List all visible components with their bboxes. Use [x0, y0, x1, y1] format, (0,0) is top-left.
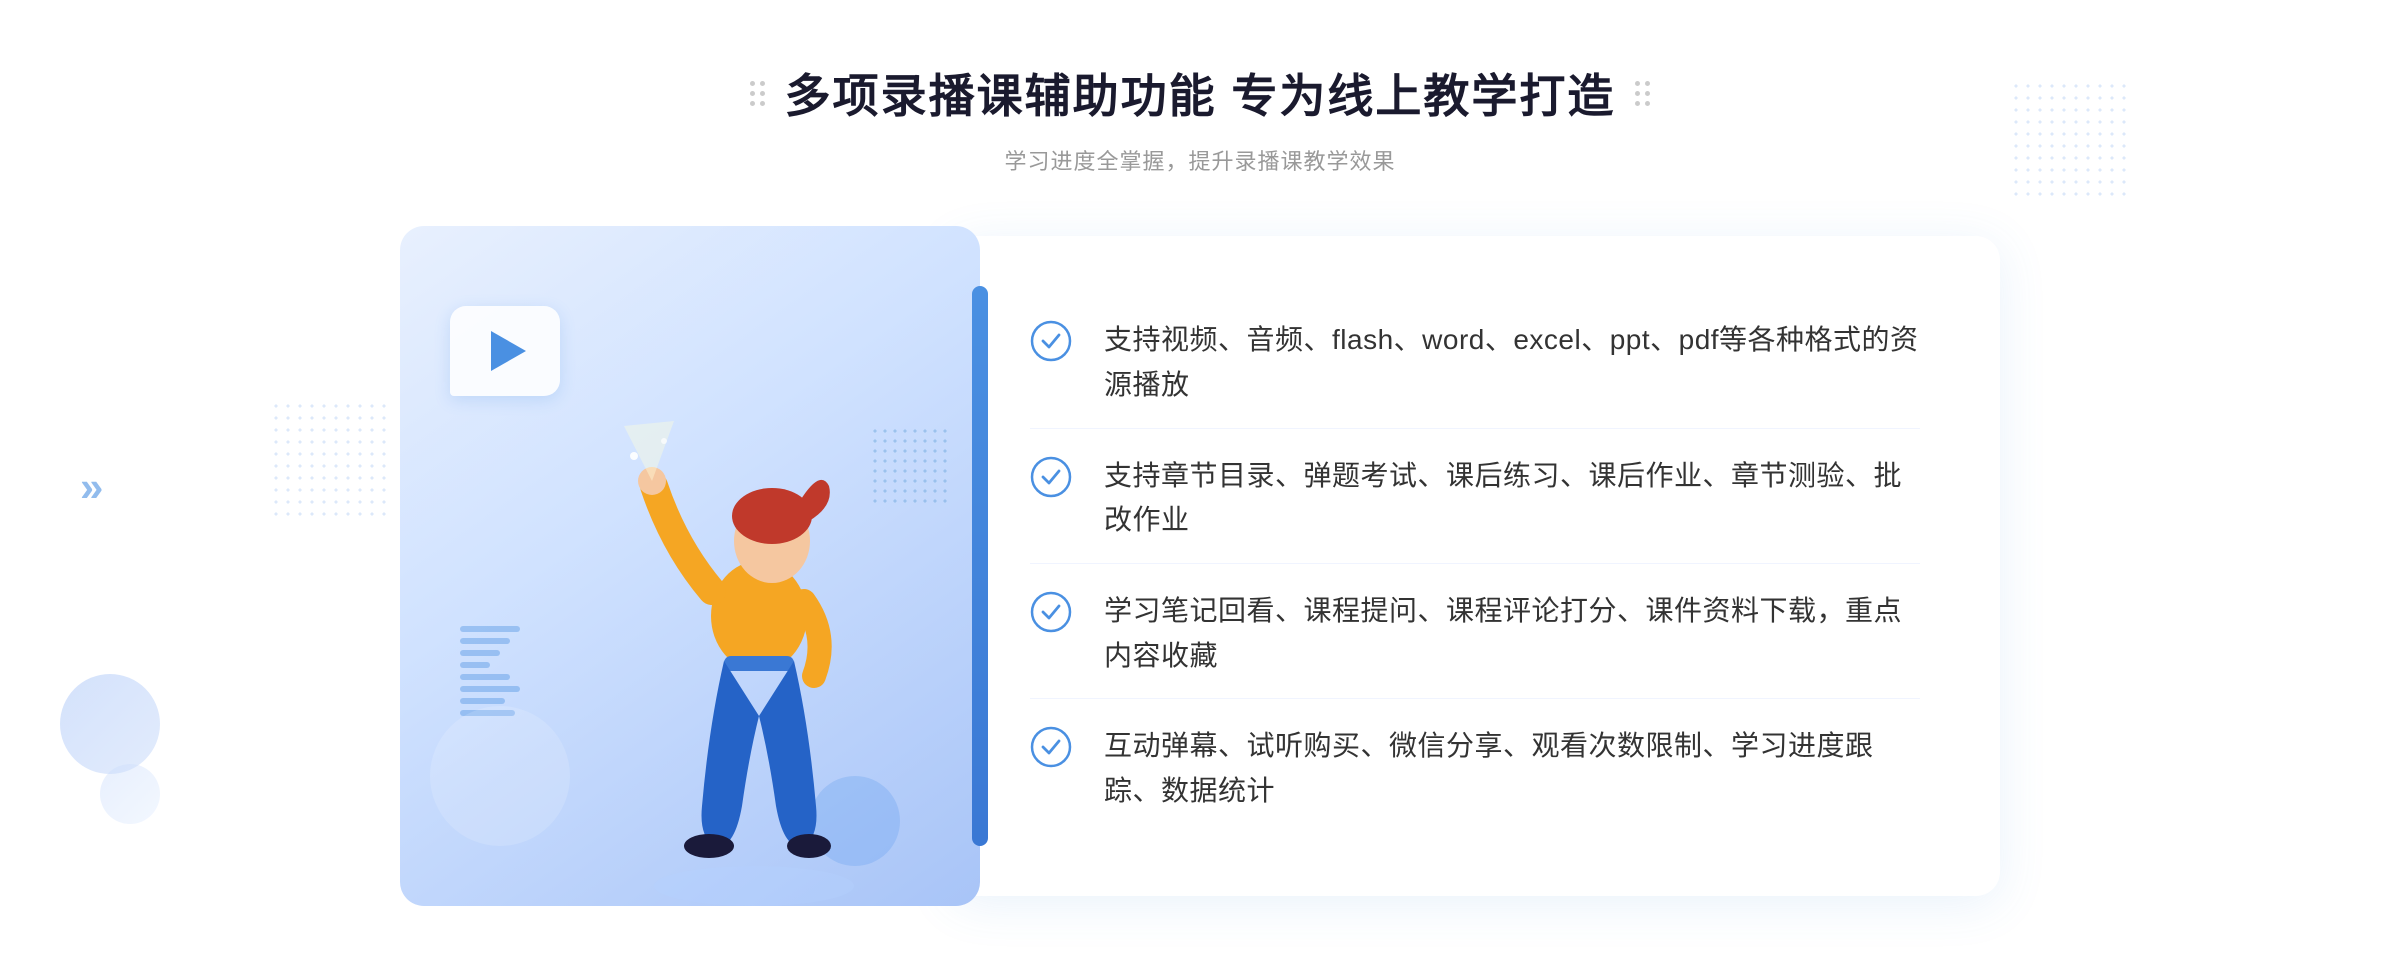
page-title: 多项录播课辅助功能 专为线上教学打造 — [785, 60, 1616, 126]
dots-left — [750, 81, 765, 106]
check-icon-3 — [1030, 591, 1072, 633]
stripe-5 — [460, 674, 510, 680]
illustration-card — [400, 226, 980, 906]
feature-text-4: 互动弹幕、试听购买、微信分享、观看次数限制、学习进度跟踪、数据统计 — [1104, 724, 1920, 814]
far-left-arrows-decoration: » — [80, 463, 103, 511]
page-subtitle: 学习进度全掌握，提升录播课教学效果 — [750, 144, 1651, 176]
blob-decoration-1 — [60, 674, 160, 774]
feature-text-3: 学习笔记回看、课程提问、课程评论打分、课件资料下载，重点内容收藏 — [1104, 589, 1920, 679]
check-icon-2 — [1030, 456, 1072, 498]
main-content: 支持视频、音频、flash、word、excel、ppt、pdf等各种格式的资源… — [400, 226, 2000, 906]
page-container: » 多项录播课辅助功能 专为线上教学打造 学习进度全掌握，提升录播课教学效果 — [0, 0, 2400, 974]
feature-item-3: 学习笔记回看、课程提问、课程评论打分、课件资料下载，重点内容收藏 — [1030, 569, 1920, 700]
stripe-1 — [460, 626, 520, 632]
feature-text-1: 支持视频、音频、flash、word、excel、ppt、pdf等各种格式的资源… — [1104, 318, 1920, 408]
dot-pattern-left — [270, 400, 390, 520]
dots-right — [1635, 81, 1650, 106]
feature-item-4: 互动弹幕、试听购买、微信分享、观看次数限制、学习进度跟踪、数据统计 — [1030, 704, 1920, 834]
blob-decoration-2 — [100, 764, 160, 824]
header-section: 多项录播课辅助功能 专为线上教学打造 学习进度全掌握，提升录播课教学效果 — [750, 60, 1651, 176]
title-wrapper: 多项录播课辅助功能 专为线上教学打造 — [750, 60, 1651, 126]
check-icon-4 — [1030, 726, 1072, 768]
stripe-2 — [460, 638, 510, 644]
feature-item-1: 支持视频、音频、flash、word、excel、ppt、pdf等各种格式的资源… — [1030, 298, 1920, 429]
stripe-7 — [460, 698, 505, 704]
stripe-6 — [460, 686, 520, 692]
dot-pattern-right — [2010, 80, 2130, 200]
stripe-3 — [460, 650, 500, 656]
feature-text-2: 支持章节目录、弹题考试、课后练习、课后作业、章节测验、批改作业 — [1104, 454, 1920, 544]
play-bubble — [450, 306, 560, 396]
deco-circle-large — [430, 706, 570, 846]
check-icon-1 — [1030, 320, 1072, 362]
feature-item-2: 支持章节目录、弹题考试、课后练习、课后作业、章节测验、批改作业 — [1030, 434, 1920, 565]
content-panel: 支持视频、音频、flash、word、excel、ppt、pdf等各种格式的资源… — [950, 236, 2000, 896]
person-illustration — [594, 346, 914, 906]
stripe-4 — [460, 662, 490, 668]
play-icon — [491, 331, 526, 371]
